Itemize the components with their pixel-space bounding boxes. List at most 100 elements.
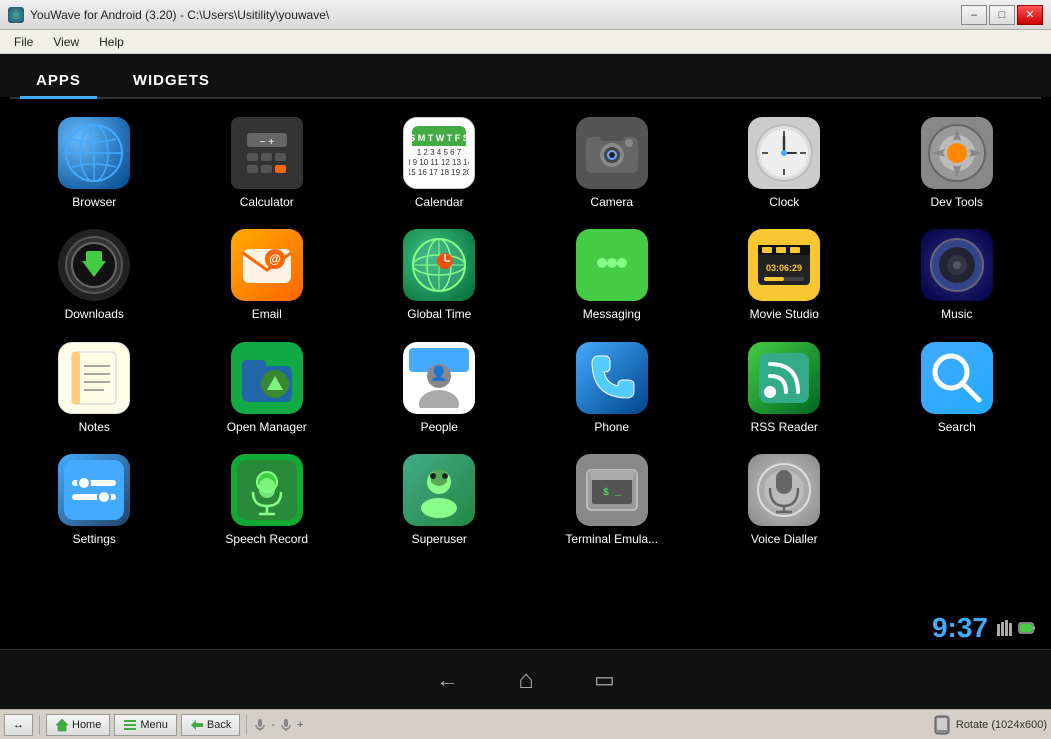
app-messaging[interactable]: Messaging — [528, 221, 697, 329]
svg-text:1 2 3 4 5 6 7: 1 2 3 4 5 6 7 — [417, 148, 462, 157]
movie-label: Movie Studio — [750, 307, 819, 321]
speechrecord-icon — [231, 454, 303, 526]
app-globaltime[interactable]: Global Time — [355, 221, 524, 329]
app-terminal[interactable]: $ _ Terminal Emula... — [528, 446, 697, 554]
app-email[interactable]: @ Email — [183, 221, 352, 329]
openmanager-label: Open Manager — [227, 420, 307, 434]
app-clock[interactable]: Clock — [700, 109, 869, 217]
openmanager-icon — [231, 342, 303, 414]
camera-icon — [576, 117, 648, 189]
music-icon — [921, 229, 993, 301]
app-superuser[interactable]: Superuser — [355, 446, 524, 554]
notes-icon — [58, 342, 130, 414]
app-people[interactable]: 👤 People — [355, 334, 524, 442]
status-time: 9:37 — [932, 612, 988, 644]
rss-label: RSS Reader — [751, 420, 818, 434]
phone-toolbar-icon — [932, 715, 952, 735]
mic-icon — [253, 718, 267, 732]
app-settings[interactable]: Settings — [10, 446, 179, 554]
app-browser[interactable]: Browser — [10, 109, 179, 217]
mic-minus: - — [271, 719, 275, 731]
back-nav-button[interactable]: ← — [436, 667, 458, 693]
back-button[interactable]: Back — [181, 714, 240, 736]
minimize-button[interactable]: – — [961, 5, 987, 25]
clock-icon — [748, 117, 820, 189]
menu-bar: File View Help — [0, 30, 1051, 54]
app-voicedialler[interactable]: Voice Dialler — [700, 446, 869, 554]
tab-widgets[interactable]: WIDGETS — [117, 64, 226, 97]
camera-label: Camera — [590, 195, 633, 209]
main-window: APPS WIDGETS Browser − + Calculator — [0, 54, 1051, 709]
svg-text:15 16 17 18 19 20: 15 16 17 18 19 20 — [409, 168, 469, 177]
recent-nav-button[interactable]: ▭ — [594, 667, 615, 693]
nav-bar: ← ⌂ ▭ — [0, 649, 1051, 709]
app-phone[interactable]: Phone — [528, 334, 697, 442]
svg-text:03:06:29: 03:06:29 — [766, 263, 802, 273]
app-devtools[interactable]: Dev Tools — [873, 109, 1042, 217]
app-camera[interactable]: Camera — [528, 109, 697, 217]
rss-icon — [748, 342, 820, 414]
menu-button-label: Menu — [140, 719, 168, 731]
superuser-label: Superuser — [412, 532, 467, 546]
messaging-label: Messaging — [583, 307, 641, 321]
app-icon — [8, 7, 24, 23]
app-speechrecord[interactable]: Speech Record — [183, 446, 352, 554]
downloads-label: Downloads — [65, 307, 124, 321]
toolbar-separator-1 — [39, 715, 40, 735]
app-search[interactable]: Search — [873, 334, 1042, 442]
people-label: People — [421, 420, 458, 434]
tab-apps[interactable]: APPS — [20, 64, 97, 97]
browser-label: Browser — [72, 195, 116, 209]
speechrecord-label: Speech Record — [225, 532, 308, 546]
svg-text:$ _: $ _ — [603, 487, 622, 499]
toolbar-separator-2 — [246, 715, 247, 735]
menu-view[interactable]: View — [43, 33, 89, 51]
browser-icon — [58, 117, 130, 189]
superuser-icon — [403, 454, 475, 526]
home-nav-button[interactable]: ⌂ — [518, 664, 534, 695]
calculator-icon: − + — [231, 117, 303, 189]
settings-label: Settings — [73, 532, 116, 546]
svg-text:👤: 👤 — [431, 365, 448, 382]
app-calculator[interactable]: − + Calculator — [183, 109, 352, 217]
status-bar: 9:37 — [932, 612, 1036, 644]
maximize-button[interactable]: □ — [989, 5, 1015, 25]
app-openmanager[interactable]: Open Manager — [183, 334, 352, 442]
search-label: Search — [938, 420, 976, 434]
menu-help[interactable]: Help — [89, 33, 134, 51]
app-moviestudio[interactable]: 03:06:29 Movie Studio — [700, 221, 869, 329]
movie-icon: 03:06:29 — [748, 229, 820, 301]
globaltime-icon — [403, 229, 475, 301]
app-calendar[interactable]: S M T W T F S1 2 3 4 5 6 78 9 10 11 12 1… — [355, 109, 524, 217]
downloads-icon — [58, 229, 130, 301]
menu-file[interactable]: File — [4, 33, 43, 51]
phone-icon — [576, 342, 648, 414]
menu-button[interactable]: Menu — [114, 714, 177, 736]
terminal-icon: $ _ — [576, 454, 648, 526]
app-rss[interactable]: RSS Reader — [700, 334, 869, 442]
email-label: Email — [252, 307, 282, 321]
rotate-button[interactable]: Rotate (1024x600) — [956, 719, 1047, 731]
clock-label: Clock — [769, 195, 799, 209]
calculator-label: Calculator — [240, 195, 294, 209]
terminal-label: Terminal Emula... — [565, 532, 658, 546]
devtools-icon — [921, 117, 993, 189]
app-notes[interactable]: Notes — [10, 334, 179, 442]
svg-text:− +: − + — [260, 137, 275, 148]
emulator-area: APPS WIDGETS Browser − + Calculator — [0, 54, 1051, 709]
email-icon: @ — [231, 229, 303, 301]
phone-status-icon — [996, 619, 1014, 637]
close-button[interactable]: ✕ — [1017, 5, 1043, 25]
app-music[interactable]: Music — [873, 221, 1042, 329]
tabs-area: APPS WIDGETS — [0, 54, 1051, 97]
home-button[interactable]: Home — [46, 714, 110, 736]
mic-icon-2 — [279, 718, 293, 732]
bottom-toolbar: ↔ Home Menu Back - + Rotate (1024x600) — [0, 709, 1051, 739]
arrow-button[interactable]: ↔ — [4, 714, 33, 736]
toolbar-right: Rotate (1024x600) — [932, 715, 1047, 735]
globaltime-label: Global Time — [407, 307, 471, 321]
voicedialler-icon — [748, 454, 820, 526]
app-downloads[interactable]: Downloads — [10, 221, 179, 329]
music-label: Music — [941, 307, 972, 321]
settings-icon — [58, 454, 130, 526]
